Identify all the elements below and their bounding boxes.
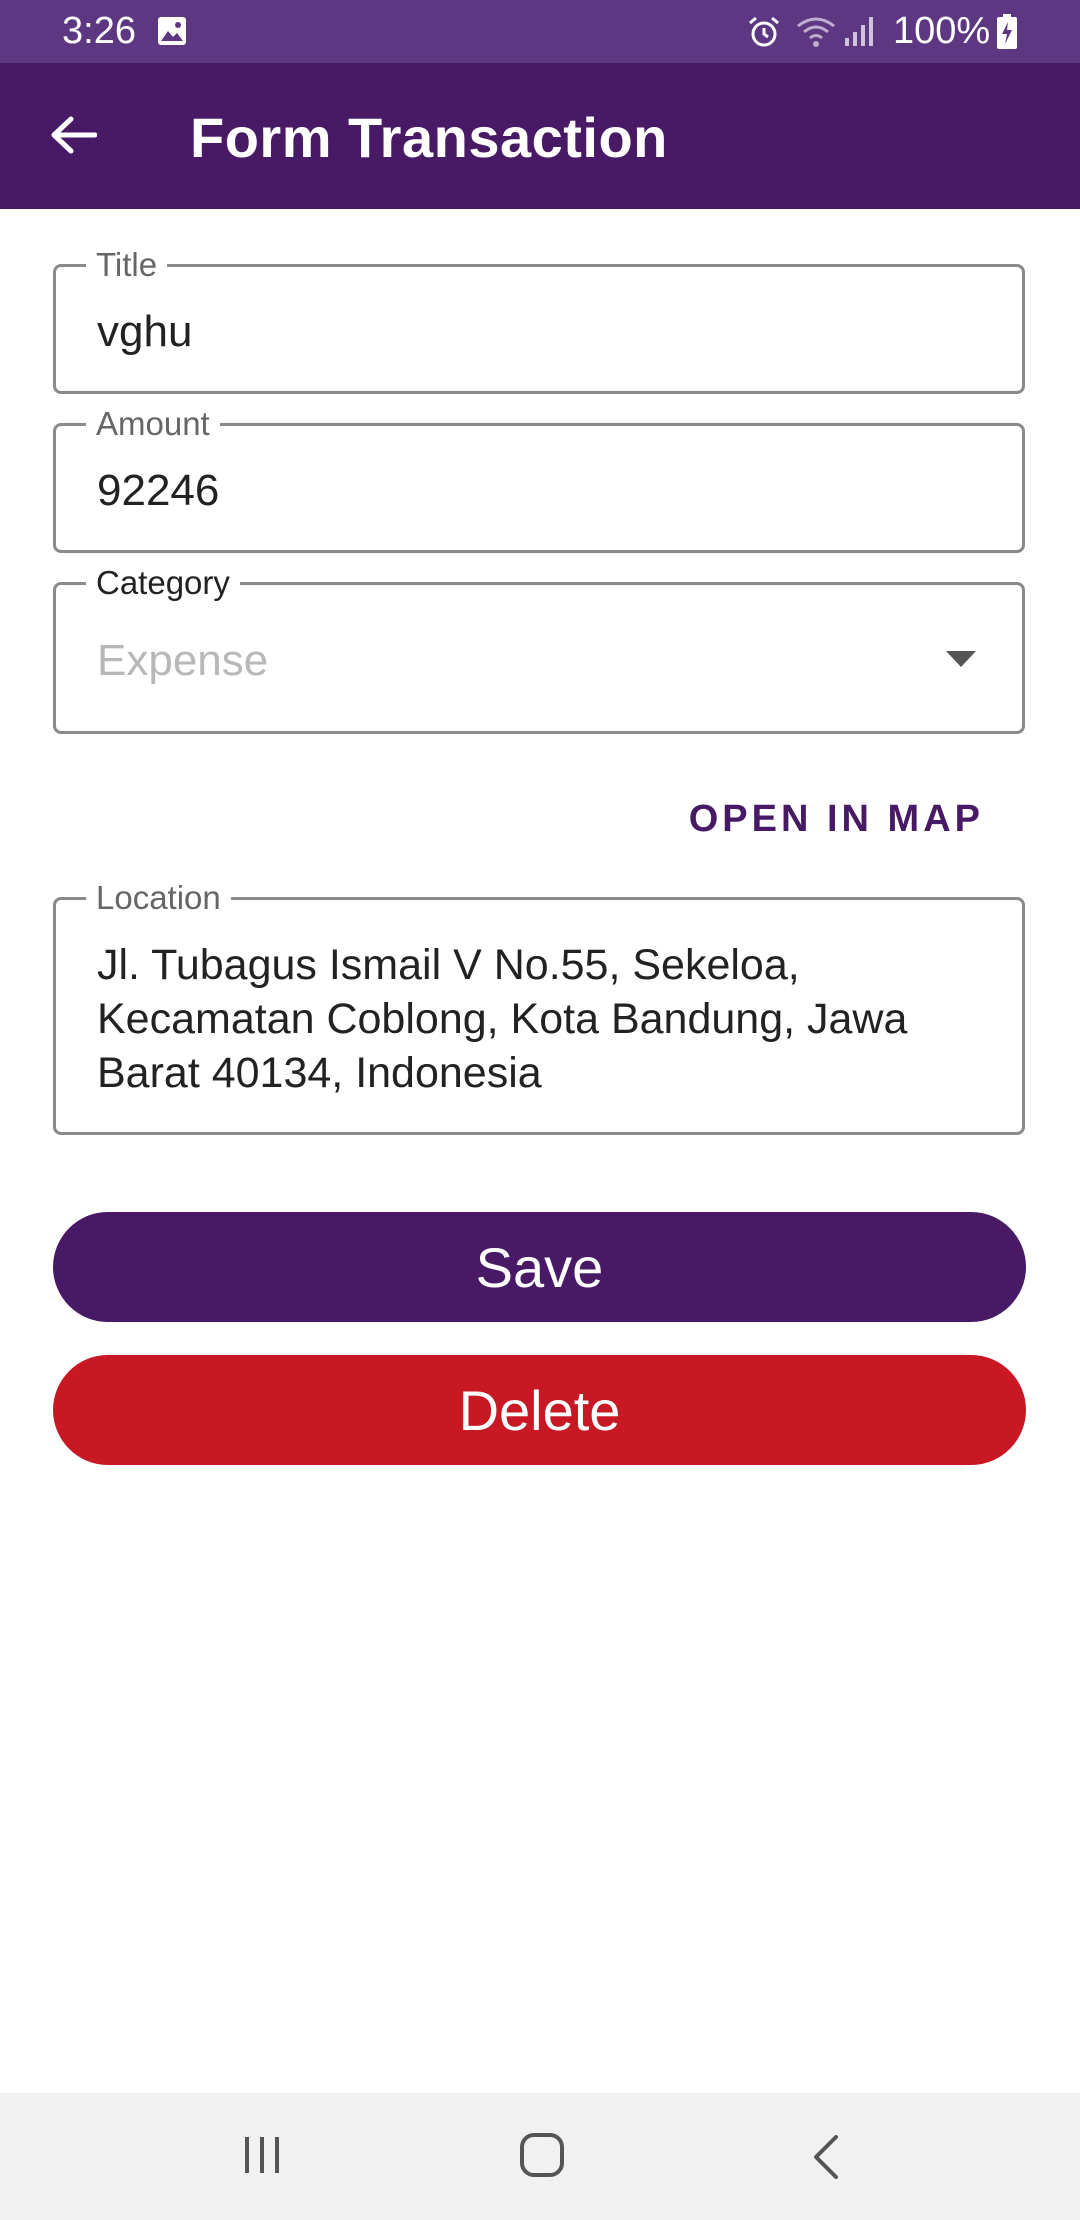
- page-title: Form Transaction: [190, 106, 668, 169]
- location-field-value[interactable]: Jl. Tubagus Ismail V No.55, Sekeloa, Kec…: [97, 938, 997, 1100]
- location-field-label: Location: [86, 878, 231, 918]
- amount-field-value[interactable]: 92246: [97, 466, 219, 516]
- location-field[interactable]: Location Jl. Tubagus Ismail V No.55, Sek…: [53, 878, 1025, 1135]
- delete-button[interactable]: Delete: [53, 1355, 1026, 1465]
- category-selected-value[interactable]: Expense: [97, 636, 268, 686]
- status-bar: 3:26 100%: [0, 0, 1080, 63]
- system-nav-bar: [0, 2093, 1080, 2220]
- back-button[interactable]: [44, 106, 102, 164]
- save-button[interactable]: Save: [53, 1212, 1026, 1322]
- recents-icon[interactable]: [240, 2133, 284, 2177]
- title-field-value[interactable]: vghu: [97, 307, 192, 357]
- gallery-icon: [158, 17, 186, 45]
- amount-field-label: Amount: [86, 404, 220, 444]
- alarm-icon: [749, 16, 779, 47]
- wifi-icon: [797, 17, 835, 47]
- home-icon[interactable]: [518, 2131, 566, 2179]
- battery-percentage: 100%: [893, 10, 991, 52]
- status-time: 3:26: [62, 10, 136, 52]
- arrow-left-icon: [51, 116, 97, 154]
- title-field-label: Title: [86, 245, 168, 285]
- category-dropdown[interactable]: Category Expense: [53, 563, 1025, 734]
- amount-field[interactable]: Amount 92246: [53, 404, 1025, 553]
- open-in-map-button[interactable]: OPEN IN MAP: [689, 798, 984, 841]
- app-bar: Form Transaction: [0, 63, 1080, 209]
- battery-charging-icon: [997, 14, 1017, 49]
- signal-icon: [845, 17, 873, 46]
- title-field[interactable]: Title vghu: [53, 245, 1025, 394]
- back-icon[interactable]: [806, 2133, 846, 2181]
- dropdown-arrow-icon[interactable]: [946, 651, 976, 667]
- category-field-label: Category: [86, 563, 240, 603]
